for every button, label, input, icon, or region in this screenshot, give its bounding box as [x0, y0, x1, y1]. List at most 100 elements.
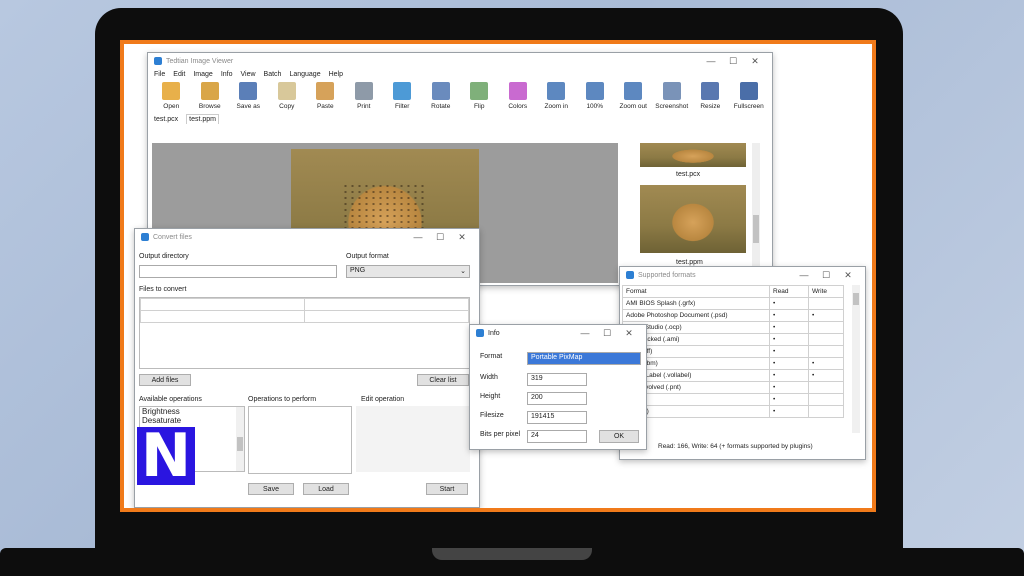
ops-scroll-thumb[interactable]	[237, 437, 243, 451]
formats-row[interactable]: olume Label (.vollabel) • •	[622, 369, 844, 382]
minimize-icon[interactable]: —	[700, 56, 722, 66]
tool-resize-button[interactable]: Resize	[691, 82, 730, 110]
add-files-button[interactable]: Add files	[139, 374, 191, 386]
formats-row[interactable]: AMI BIOS Splash (.grfx) •	[622, 297, 844, 310]
tool-label: Rotate	[431, 103, 451, 110]
tool-filter-button[interactable]: Filter	[383, 82, 422, 110]
info-format-label: Format	[480, 353, 503, 360]
info-height-value[interactable]: 200	[527, 392, 587, 405]
maximize-icon[interactable]: ☐	[815, 270, 837, 281]
menu-batch[interactable]: Batch	[264, 71, 282, 78]
formats-scroll-thumb[interactable]	[853, 293, 859, 305]
formats-row[interactable]: B (.4mi)•	[622, 405, 844, 418]
maximize-icon[interactable]: ☐	[596, 328, 618, 339]
load-button[interactable]: Load	[303, 483, 349, 495]
menu-language[interactable]: Language	[289, 71, 320, 78]
tool-rotate-button[interactable]: Rotate	[422, 82, 461, 110]
start-button[interactable]: Start	[426, 483, 468, 495]
formats-row[interactable]: vival Evolved (.pnt) •	[622, 381, 844, 394]
output-format-select[interactable]: PNG ⌄	[346, 265, 470, 278]
tool-label: Flip	[474, 103, 485, 110]
info-height-label: Height	[480, 393, 501, 400]
convert-window: Convert files — ☐ ✕ Output directory Out…	[134, 228, 480, 508]
tool-zoom-out-button[interactable]: Zoom out	[614, 82, 653, 110]
info-filesize-value[interactable]: 191415	[527, 411, 587, 424]
tool-open-button[interactable]: Open	[152, 82, 191, 110]
menu-view[interactable]: View	[241, 71, 256, 78]
maximize-icon[interactable]: ☐	[429, 232, 451, 243]
tool-label: Copy	[279, 103, 295, 110]
output-directory-input[interactable]	[139, 265, 337, 278]
menu-info[interactable]: Info	[221, 71, 233, 78]
info-format-value[interactable]: Portable PixMap	[527, 352, 641, 365]
thumbnail-scroll-thumb[interactable]	[753, 215, 759, 243]
formats-cell-write	[808, 345, 844, 358]
formats-cell-write	[808, 333, 844, 346]
formats-row[interactable]: aint, packed (.ami) •	[622, 333, 844, 346]
info-filesize-label: Filesize	[480, 412, 504, 419]
tool-colors-button[interactable]: Colors	[499, 82, 538, 110]
formats-cell-read: •	[769, 309, 809, 322]
output-directory-label: Output directory	[139, 253, 189, 260]
minimize-icon[interactable]: —	[574, 328, 596, 338]
camera-icon	[662, 82, 681, 100]
operations-to-perform-label: Operations to perform	[248, 396, 317, 403]
viewer-titlebar: Tedtian Image Viewer — ☐ ✕	[148, 53, 772, 69]
close-icon[interactable]: ✕	[837, 270, 859, 281]
header-read[interactable]: Read	[769, 285, 809, 298]
formats-scrollbar[interactable]	[852, 285, 860, 433]
close-icon[interactable]: ✕	[744, 56, 766, 67]
op-brightness[interactable]: Brightness	[140, 407, 244, 416]
clear-list-button[interactable]: Clear list	[417, 374, 469, 386]
thumbnail-ppm-label: test.ppm	[676, 259, 703, 266]
minimize-icon[interactable]: —	[407, 232, 429, 242]
operations-to-perform-list[interactable]	[248, 406, 352, 474]
tool-flip-button[interactable]: Flip	[460, 82, 499, 110]
formats-cell-write	[808, 297, 844, 310]
tab-test-pcx[interactable]: test.pcx	[152, 115, 180, 124]
zoom-out-icon	[624, 82, 643, 100]
formats-row[interactable]: ed Art Studio (.ocp) •	[622, 321, 844, 334]
files-list[interactable]	[139, 297, 470, 369]
tool-browse-button[interactable]: Browse	[191, 82, 230, 110]
info-bpp-value[interactable]: 24	[527, 430, 587, 443]
tool-zoom-in-button[interactable]: Zoom in	[537, 82, 576, 110]
formats-cell-write: •	[808, 369, 844, 382]
close-icon[interactable]: ✕	[618, 328, 640, 339]
ok-button[interactable]: OK	[599, 430, 639, 443]
menu-edit[interactable]: Edit	[173, 71, 185, 78]
header-write[interactable]: Write	[808, 285, 844, 298]
tool-print-button[interactable]: Print	[345, 82, 384, 110]
edit-operation-label: Edit operation	[361, 396, 405, 403]
formats-row[interactable]: Adobe Photoshop Document (.psd) • •	[622, 309, 844, 322]
ops-scrollbar[interactable]	[236, 407, 244, 471]
save-button[interactable]: Save	[248, 483, 294, 495]
formats-row[interactable]: (.a64)•	[622, 393, 844, 406]
tool-fullscreen-button[interactable]: Fullscreen	[730, 82, 769, 110]
thumbnail-scrollbar[interactable]	[752, 143, 760, 283]
formats-row[interactable]: LBM (.iff)•	[622, 345, 844, 358]
tab-bar: test.pcx test.ppm	[148, 112, 772, 124]
formats-row[interactable]: LBM (.lbm)••	[622, 357, 844, 370]
tool-paste-button[interactable]: Paste	[306, 82, 345, 110]
menu-file[interactable]: File	[154, 71, 165, 78]
edit-operation-panel	[356, 406, 470, 472]
tool-copy-button[interactable]: Copy	[268, 82, 307, 110]
tab-test-ppm[interactable]: test.ppm	[186, 114, 219, 124]
formats-cell-write	[808, 405, 844, 418]
header-format[interactable]: Format	[622, 285, 770, 298]
menu-image[interactable]: Image	[193, 71, 212, 78]
monitor-icon	[739, 82, 758, 100]
thumbnail-pcx-image[interactable]	[640, 143, 746, 167]
tool-screenshot-button[interactable]: Screenshot	[653, 82, 692, 110]
maximize-icon[interactable]: ☐	[722, 56, 744, 67]
laptop-notch	[432, 548, 592, 560]
tool-save-as-button[interactable]: Save as	[229, 82, 268, 110]
screen: Tedtian Image Viewer — ☐ ✕ File Edit Ima…	[120, 40, 876, 512]
close-icon[interactable]: ✕	[451, 232, 473, 243]
tool-100-button[interactable]: 100%	[576, 82, 615, 110]
info-width-value[interactable]: 319	[527, 373, 587, 386]
minimize-icon[interactable]: —	[793, 270, 815, 280]
thumbnail-ppm-image[interactable]	[640, 185, 746, 253]
menu-help[interactable]: Help	[329, 71, 343, 78]
